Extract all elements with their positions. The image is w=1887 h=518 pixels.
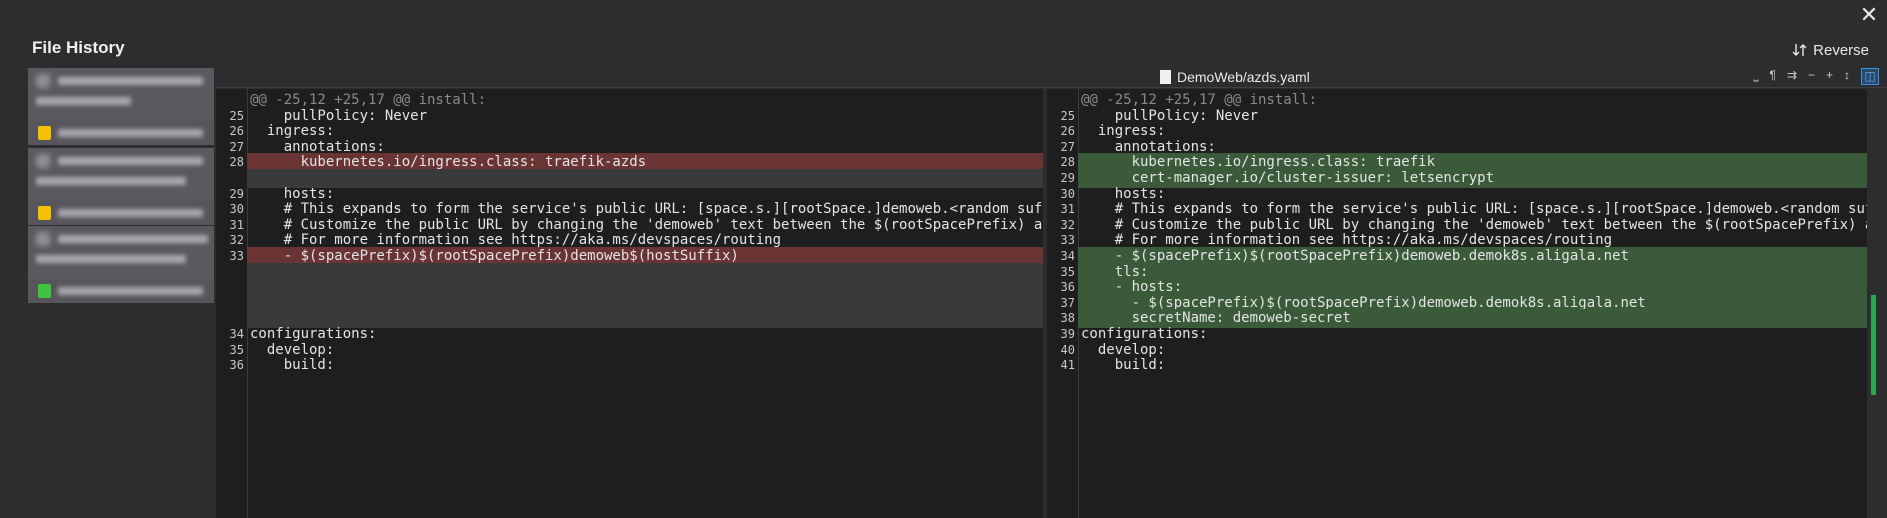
yaml-file-icon — [38, 126, 51, 140]
diff-header: DemoWeb/azds.yaml ⎵ ¶ ⇉ − + ↕ ◫ — [216, 67, 1887, 88]
commit-item[interactable] — [28, 68, 214, 121]
right-diff-pane[interactable]: @@ -25,12 +25,17 @@ install: 25 pullPolic… — [1047, 89, 1867, 518]
commit-item[interactable] — [28, 226, 214, 279]
reverse-button[interactable]: Reverse — [1791, 41, 1869, 59]
sync-scroll-icon[interactable]: ↕ — [1844, 68, 1850, 85]
scroll-marker — [1871, 295, 1876, 395]
file-path-label: DemoWeb/azds.yaml — [1177, 69, 1310, 85]
document-icon — [1160, 70, 1171, 84]
reverse-label: Reverse — [1813, 41, 1869, 59]
side-by-side-icon[interactable]: ◫ — [1861, 68, 1879, 85]
added-file-icon — [38, 284, 51, 298]
commit-file-item[interactable] — [28, 279, 214, 303]
reverse-icon — [1792, 44, 1807, 56]
file-path: DemoWeb/azds.yaml — [1160, 69, 1310, 85]
line-number: 41 — [1060, 358, 1075, 373]
yaml-file-icon — [38, 206, 51, 220]
commit-file-item[interactable] — [28, 201, 214, 225]
wrap-icon[interactable]: ⇉ — [1787, 68, 1797, 85]
left-diff-pane[interactable]: @@ -25,12 +25,17 @@ install: 25 pullPolic… — [216, 89, 1043, 518]
panel-title: File History — [32, 38, 125, 57]
expand-icon[interactable]: + — [1826, 68, 1833, 85]
close-button[interactable]: ✕ — [1859, 4, 1879, 26]
commit-file-item[interactable] — [28, 121, 214, 145]
code-line: 41 build: — [1047, 356, 1867, 375]
line-number: 36 — [229, 358, 244, 373]
code-text: build: — [1081, 357, 1166, 374]
diff-toolbar: ⎵ ¶ ⇉ − + ↕ ◫ — [1754, 68, 1879, 85]
code-text: build: — [250, 357, 335, 374]
code-line: 36 build: — [216, 356, 1043, 375]
overview-scrollbar[interactable] — [1867, 89, 1887, 518]
whitespace-icon[interactable]: ⎵ — [1754, 68, 1759, 85]
history-list — [28, 68, 214, 518]
pilcrow-icon[interactable]: ¶ — [1769, 68, 1775, 85]
commit-item[interactable] — [28, 148, 214, 201]
collapse-icon[interactable]: − — [1808, 68, 1815, 85]
